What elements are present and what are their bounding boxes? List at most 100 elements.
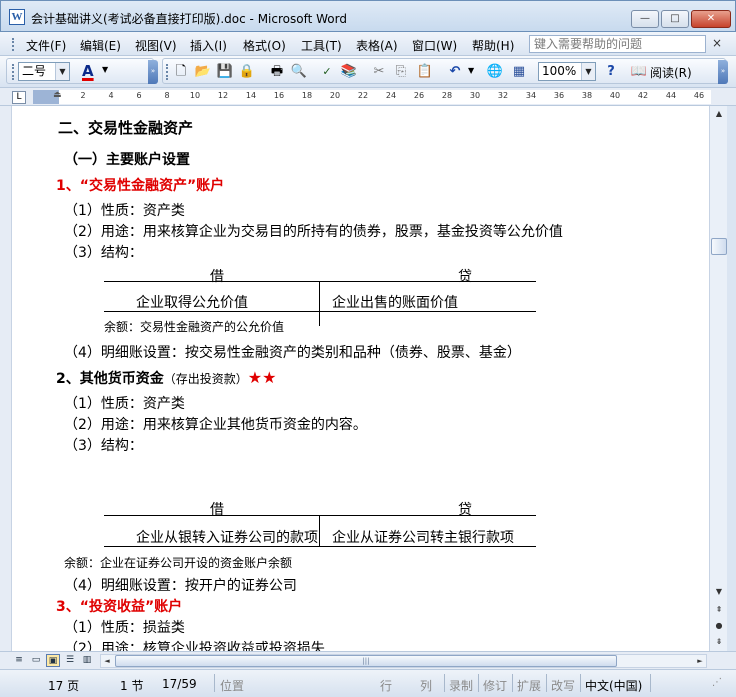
status-extend-toggle[interactable]: 扩展 xyxy=(517,677,541,694)
web-layout-view-icon[interactable]: ▭ xyxy=(29,654,43,667)
font-color-dropdown-icon[interactable]: ▼ xyxy=(102,65,108,74)
read-mode-button[interactable]: 阅读(R) xyxy=(650,64,692,81)
new-icon[interactable]: 🗋 xyxy=(172,63,190,81)
menu-edit[interactable]: 编辑(E) xyxy=(80,37,121,54)
horizontal-scroll-thumb[interactable]: ||| xyxy=(115,655,617,667)
vertical-scrollbar[interactable]: ▲ ▼ ⇞ ● ⇟ xyxy=(709,106,727,651)
print-layout-view-icon[interactable]: ▣ xyxy=(46,654,60,667)
indent-marker-icon[interactable]: ⏏ xyxy=(53,90,62,100)
ruler-number: 30 xyxy=(469,91,481,100)
ruler-number: 42 xyxy=(637,91,649,100)
status-track-changes-toggle[interactable]: 修订 xyxy=(483,677,507,694)
paragraph-line: （3）结构： xyxy=(64,438,143,454)
ruler-number: 2 xyxy=(80,91,86,100)
t-account-rule xyxy=(104,515,536,516)
ruler-number: 26 xyxy=(413,91,425,100)
reading-layout-view-icon[interactable]: ▥ xyxy=(80,654,94,667)
print-icon[interactable]: 🖶 xyxy=(268,63,286,81)
word-app-icon[interactable]: W xyxy=(9,9,25,25)
document-page[interactable]: 二、交易性金融资产 （一）主要账户设置 1、“交易性金融资产”账户 （1）性质：… xyxy=(12,106,709,651)
menu-grip-icon[interactable] xyxy=(12,38,15,51)
close-button[interactable]: ✕ xyxy=(691,10,731,28)
help-icon[interactable]: ? xyxy=(602,63,620,81)
scroll-down-icon[interactable]: ▼ xyxy=(711,584,727,600)
undo-icon[interactable]: ↶ xyxy=(446,63,464,81)
permission-icon[interactable]: 🔒 xyxy=(238,63,256,81)
status-language[interactable]: 中文(中国) xyxy=(585,677,642,694)
menu-tools[interactable]: 工具(T) xyxy=(301,37,342,54)
t-account-credit-label: 贷 xyxy=(458,502,472,518)
ruler-number: 44 xyxy=(665,91,677,100)
t-account-credit-entry: 企业出售的账面价值 xyxy=(332,295,458,311)
paragraph-line: （1）性质：损益类 xyxy=(64,620,185,636)
menu-file[interactable]: 文件(F) xyxy=(26,37,66,54)
paste-icon[interactable]: 📋 xyxy=(416,63,434,81)
status-separator xyxy=(444,674,445,692)
undo-dropdown-icon[interactable]: ▼ xyxy=(468,66,474,75)
status-section: 1 节 xyxy=(120,679,144,693)
read-icon[interactable]: 📖 xyxy=(630,63,648,81)
menu-bar: 文件(F) 编辑(E) 视图(V) 插入(I) 格式(O) 工具(T) 表格(A… xyxy=(0,32,736,56)
research-icon[interactable]: 📚 xyxy=(340,63,358,81)
menu-help[interactable]: 帮助(H) xyxy=(472,37,514,54)
status-record-toggle[interactable]: 录制 xyxy=(449,677,473,694)
ruler-number: 46 xyxy=(693,91,705,100)
paragraph-line: （1）性质：资产类 xyxy=(64,203,185,219)
ruler-number: 14 xyxy=(245,91,257,100)
vertical-scroll-thumb[interactable] xyxy=(711,238,727,255)
t-account-credit-label: 贷 xyxy=(458,269,472,285)
menu-table[interactable]: 表格(A) xyxy=(356,37,398,54)
cut-icon[interactable]: ✂ xyxy=(370,63,388,81)
previous-page-icon[interactable]: ⇞ xyxy=(711,602,727,618)
menu-view[interactable]: 视图(V) xyxy=(135,37,177,54)
horizontal-scrollbar[interactable]: ◄ ||| ► xyxy=(100,654,707,668)
next-page-icon[interactable]: ⇟ xyxy=(711,634,727,650)
t-account-credit-entry: 企业从证券公司转主银行款项 xyxy=(332,530,514,546)
toolbar-options-icon[interactable]: » xyxy=(718,60,728,84)
ruler-number: 38 xyxy=(581,91,593,100)
toolbar-options-icon[interactable]: » xyxy=(148,60,158,84)
menu-window[interactable]: 窗口(W) xyxy=(412,37,457,54)
toolbar-grip-icon[interactable] xyxy=(166,64,169,80)
open-icon[interactable]: 📂 xyxy=(194,63,212,81)
chevron-down-icon[interactable]: ▼ xyxy=(581,63,595,80)
horizontal-ruler[interactable]: ⏏ 2 4 6 8 10 12 14 16 18 20 22 24 26 28 30 32 34 36 38 40 42… xyxy=(33,90,711,104)
t-account-balance: 余额：企业在证券公司开设的资金账户余额 xyxy=(64,556,293,570)
ruler-number: 6 xyxy=(136,91,142,100)
zoom-select[interactable]: 100% ▼ xyxy=(538,62,596,81)
copy-icon[interactable]: ⎘ xyxy=(392,63,410,81)
toolbar-grip-icon[interactable] xyxy=(12,64,15,80)
star-icon: ★★ xyxy=(247,368,277,387)
resize-grip-icon[interactable]: ⋰ xyxy=(712,677,722,688)
menu-insert[interactable]: 插入(I) xyxy=(190,37,227,54)
browse-object-icon[interactable]: ● xyxy=(711,618,727,634)
maximize-button[interactable]: □ xyxy=(661,10,689,28)
save-icon[interactable]: 💾 xyxy=(216,63,234,81)
scroll-up-icon[interactable]: ▲ xyxy=(711,106,727,122)
account-title-investment-income: 3、“投资收益”账户 xyxy=(56,599,183,615)
hyperlink-icon[interactable]: 🌐 xyxy=(486,63,504,81)
ruler-number: 8 xyxy=(164,91,170,100)
normal-view-icon[interactable]: ≡ xyxy=(12,654,26,667)
spelling-icon[interactable]: ✓ xyxy=(318,63,336,81)
ruler-number: 16 xyxy=(273,91,285,100)
close-document-button[interactable]: × xyxy=(712,36,722,50)
scroll-right-icon[interactable]: ► xyxy=(694,655,706,667)
font-size-select[interactable]: 二号 ▼ xyxy=(18,62,70,81)
t-account-divider xyxy=(319,515,320,547)
help-search-input[interactable]: 键入需要帮助的问题 xyxy=(529,35,706,53)
ruler-number: 34 xyxy=(525,91,537,100)
t-account-debit-label: 借 xyxy=(210,502,224,518)
menu-format[interactable]: 格式(O) xyxy=(243,37,286,54)
status-overtype-toggle[interactable]: 改写 xyxy=(551,677,575,694)
tab-selector[interactable]: L xyxy=(12,91,26,104)
account-title-note: （存出投资款） xyxy=(163,372,248,386)
outline-view-icon[interactable]: ☰ xyxy=(63,654,77,667)
status-separator xyxy=(512,674,513,692)
scroll-left-icon[interactable]: ◄ xyxy=(101,655,113,667)
print-preview-icon[interactable]: 🔍 xyxy=(290,63,308,81)
font-color-button[interactable]: A xyxy=(82,62,94,80)
minimize-button[interactable]: — xyxy=(631,10,659,28)
chevron-down-icon[interactable]: ▼ xyxy=(55,63,69,80)
table-icon[interactable]: ▦ xyxy=(510,63,528,81)
